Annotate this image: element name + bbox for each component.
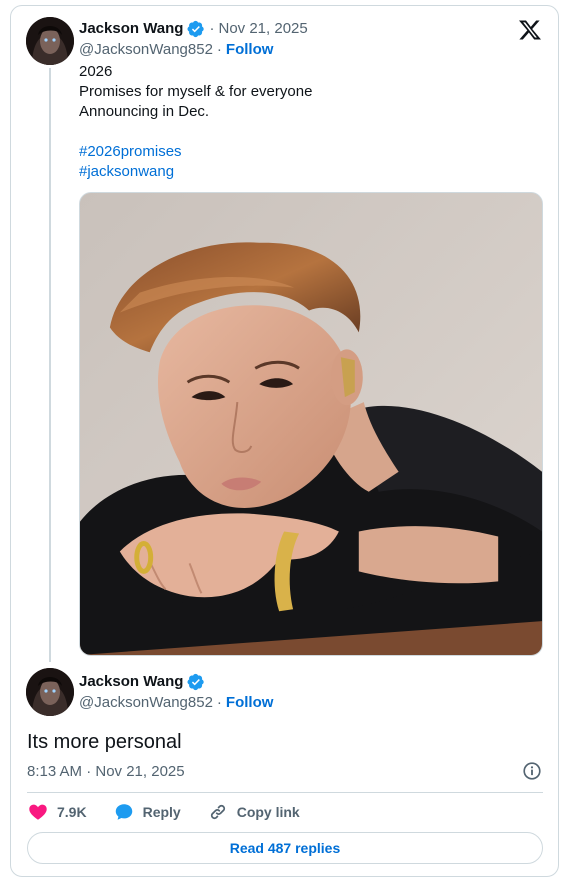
like-count: 7.9K <box>57 804 87 820</box>
separator-dot: · <box>216 41 222 58</box>
tweet-body: 2026 Promises for myself & for everyone … <box>79 62 529 182</box>
portrait-image <box>80 193 542 655</box>
copy-link-button[interactable]: Copy link <box>207 801 300 823</box>
x-logo-icon[interactable] <box>518 18 542 42</box>
avatar-image <box>26 668 74 716</box>
thread-connector-line <box>49 68 51 662</box>
verified-badge-icon <box>187 673 205 691</box>
tweet-line: 2026 <box>79 63 113 80</box>
separator-dot: · <box>216 694 222 711</box>
reply-button[interactable]: Reply <box>113 801 181 823</box>
separator-dot: · <box>209 20 215 37</box>
follow-button[interactable]: Follow <box>226 40 274 60</box>
heart-icon <box>29 804 47 820</box>
avatar[interactable] <box>26 668 74 716</box>
verified-badge-icon <box>187 20 205 38</box>
follow-button[interactable]: Follow <box>226 693 274 713</box>
author-handle[interactable]: @JacksonWang852 <box>79 40 213 60</box>
author-handle[interactable]: @JacksonWang852 <box>79 693 213 713</box>
tweet-timestamp[interactable]: 8:13 AM · Nov 21, 2025 <box>27 762 185 782</box>
link-icon <box>210 804 225 820</box>
action-bar: 7.9K Reply Copy link <box>27 800 326 824</box>
embedded-tweet-card: Jackson Wang · Nov 21, 2025 @JacksonWang… <box>10 5 559 877</box>
tweet-author-row: Jackson Wang · Nov 21, 2025 <box>79 19 308 39</box>
author-name[interactable]: Jackson Wang <box>79 19 183 39</box>
tweet-photo[interactable] <box>79 192 543 656</box>
reply-author-row: Jackson Wang <box>79 672 205 692</box>
avatar-image <box>26 17 74 65</box>
hashtag-link[interactable]: #jacksonwang <box>79 162 529 182</box>
tweet-line: Announcing in Dec. <box>79 103 210 120</box>
tweet-line: Promises for myself & for everyone <box>79 83 313 100</box>
reply-body: Its more personal <box>27 731 182 753</box>
hashtag-link[interactable]: #2026promises <box>79 142 529 162</box>
divider <box>27 792 543 793</box>
avatar[interactable] <box>26 17 74 65</box>
info-icon[interactable] <box>521 760 543 782</box>
tweet-date[interactable]: Nov 21, 2025 <box>218 19 307 39</box>
author-name[interactable]: Jackson Wang <box>79 672 183 692</box>
read-replies-button[interactable]: Read 487 replies <box>27 832 543 864</box>
like-button[interactable]: 7.9K <box>27 801 87 823</box>
tweet-handle-row: @JacksonWang852 · Follow <box>79 40 273 60</box>
speech-bubble-icon <box>115 804 132 820</box>
reply-handle-row: @JacksonWang852 · Follow <box>79 693 273 713</box>
reply-label: Reply <box>142 804 181 820</box>
copy-link-label: Copy link <box>236 804 300 820</box>
